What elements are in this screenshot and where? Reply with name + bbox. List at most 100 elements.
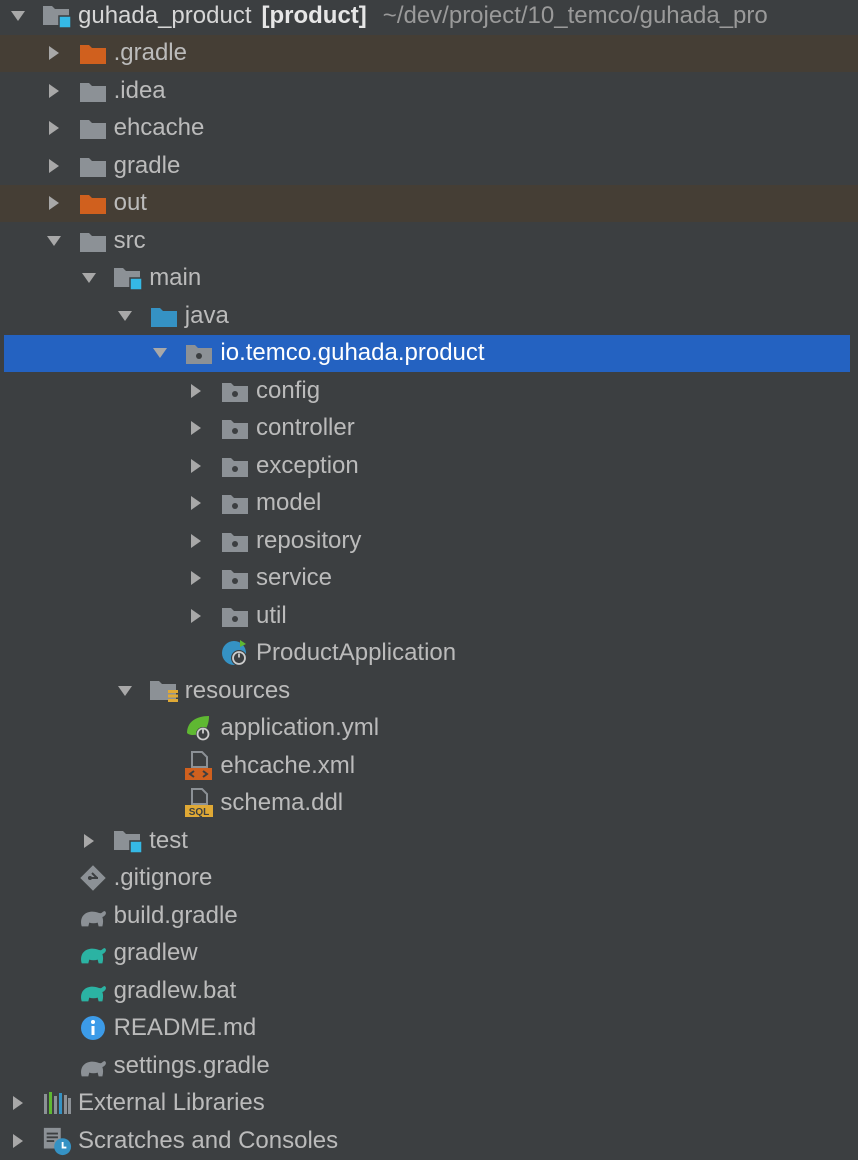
tree-item-label: .idea [113,76,166,104]
info-file-icon [78,1013,108,1043]
tree-item-label: config [256,376,321,404]
tree-item-label: repository [256,526,362,554]
tree-item-label: External Libraries [78,1089,265,1117]
collapse-arrow-icon[interactable] [186,531,206,551]
tree-item-src[interactable]: src [0,222,858,260]
collapse-arrow-icon[interactable] [186,568,206,588]
tree-item-build-gradle[interactable]: build.gradle [0,897,858,935]
expand-arrow-icon[interactable] [44,231,64,251]
tree-root-guhada-product[interactable]: guhada_product [product] ~/dev/project/10_… [0,0,858,35]
tree-item-application-yml[interactable]: application.yml [0,710,858,748]
tree-item-main[interactable]: main [0,260,858,298]
tree-item-ehcache-folder[interactable]: ehcache [0,110,858,148]
collapse-arrow-icon[interactable] [186,493,206,513]
arrow-spacer [44,1018,64,1038]
tree-item-java[interactable]: java [0,297,858,335]
arrow-spacer [44,906,64,926]
expand-arrow-icon[interactable] [79,268,99,288]
arrow-spacer [44,868,64,888]
expand-arrow-icon[interactable] [115,306,135,326]
collapse-arrow-icon[interactable] [186,418,206,438]
tree-item-gradlew[interactable]: gradlew [0,935,858,973]
package-icon [220,451,250,481]
folder-icon [78,151,108,181]
tree-item-idea[interactable]: .idea [0,72,858,110]
tree-item-repository[interactable]: repository [0,522,858,560]
libraries-icon [42,1088,72,1118]
tree-item-label: guhada_product [78,1,252,29]
arrow-spacer [44,943,64,963]
tree-item-test[interactable]: test [0,822,858,860]
module-folder-icon [42,1,72,31]
arrow-spacer [150,793,170,813]
tree-item-gradlew-bat[interactable]: gradlew.bat [0,972,858,1010]
tree-item-label: src [113,226,146,254]
sql-file-icon: SQL [184,788,214,818]
resources-folder-icon [149,676,179,706]
tree-item-settings-gradle[interactable]: settings.gradle [0,1047,858,1085]
package-icon [184,338,214,368]
module-name-label: [product] [261,1,367,29]
tree-item-config[interactable]: config [0,372,858,410]
package-icon [220,526,250,556]
collapse-arrow-icon[interactable] [44,156,64,176]
collapse-arrow-icon[interactable] [186,381,206,401]
package-icon [220,413,250,443]
collapse-arrow-icon[interactable] [44,118,64,138]
package-icon [220,601,250,631]
expand-arrow-icon[interactable] [150,343,170,363]
tree-item-label: schema.ddl [220,789,344,817]
tree-item-gitignore[interactable]: .gitignore [0,860,858,898]
collapse-arrow-icon[interactable] [8,1093,28,1113]
tree-item-resources[interactable]: resources [0,672,858,710]
package-icon [220,376,250,406]
tree-item-service[interactable]: service [0,560,858,598]
gradle-wrapper-icon [78,976,108,1006]
tree-item-label: gradle [113,151,181,179]
tree-item-label: java [184,301,229,329]
tree-item-product-application[interactable]: ProductApplication [0,635,858,673]
excluded-folder-icon [78,38,108,68]
collapse-arrow-icon[interactable] [44,193,64,213]
tree-item-util[interactable]: util [0,597,858,635]
tree-item-label: out [113,189,147,217]
folder-icon [78,113,108,143]
tree-item-controller[interactable]: controller [0,410,858,448]
tree-item-label: Scratches and Consoles [78,1126,339,1154]
tree-item-external-libraries[interactable]: External Libraries [0,1085,858,1123]
tree-item-label: test [149,826,188,854]
folder-icon [78,76,108,106]
module-folder-icon [113,263,143,293]
gradle-wrapper-icon [78,938,108,968]
arrow-spacer [44,1056,64,1076]
collapse-arrow-icon[interactable] [44,81,64,101]
package-icon [220,488,250,518]
tree-item-gradle-folder[interactable]: gradle [0,147,858,185]
tree-item-dot-gradle[interactable]: .gradle [0,34,858,72]
tree-item-label: ProductApplication [256,639,457,667]
expand-arrow-icon[interactable] [115,681,135,701]
collapse-arrow-icon[interactable] [186,456,206,476]
tree-item-label: gradlew.bat [113,976,237,1004]
tree-item-label: exception [256,451,359,479]
tree-item-readme[interactable]: README.md [0,1010,858,1048]
git-file-icon [78,863,108,893]
tree-item-exception[interactable]: exception [0,447,858,485]
tree-item-label: resources [184,676,291,704]
arrow-spacer [44,981,64,1001]
tree-item-package-product[interactable]: io.temco.guhada.product [4,334,850,372]
tree-item-ehcache-xml[interactable]: ehcache.xml [0,747,858,785]
tree-item-scratches[interactable]: Scratches and Consoles [0,1122,858,1160]
tree-item-label: .gradle [113,39,187,67]
project-tree[interactable]: guhada_product [product] ~/dev/project/10_… [0,0,858,1158]
tree-item-schema-ddl[interactable]: SQL schema.ddl [0,785,858,823]
spring-boot-class-icon [220,638,250,668]
collapse-arrow-icon[interactable] [186,606,206,626]
collapse-arrow-icon[interactable] [44,43,64,63]
tree-item-label: build.gradle [113,901,238,929]
collapse-arrow-icon[interactable] [8,1131,28,1151]
tree-item-model[interactable]: model [0,485,858,523]
collapse-arrow-icon[interactable] [79,831,99,851]
tree-item-out[interactable]: out [0,184,858,222]
expand-arrow-icon[interactable] [8,6,28,26]
